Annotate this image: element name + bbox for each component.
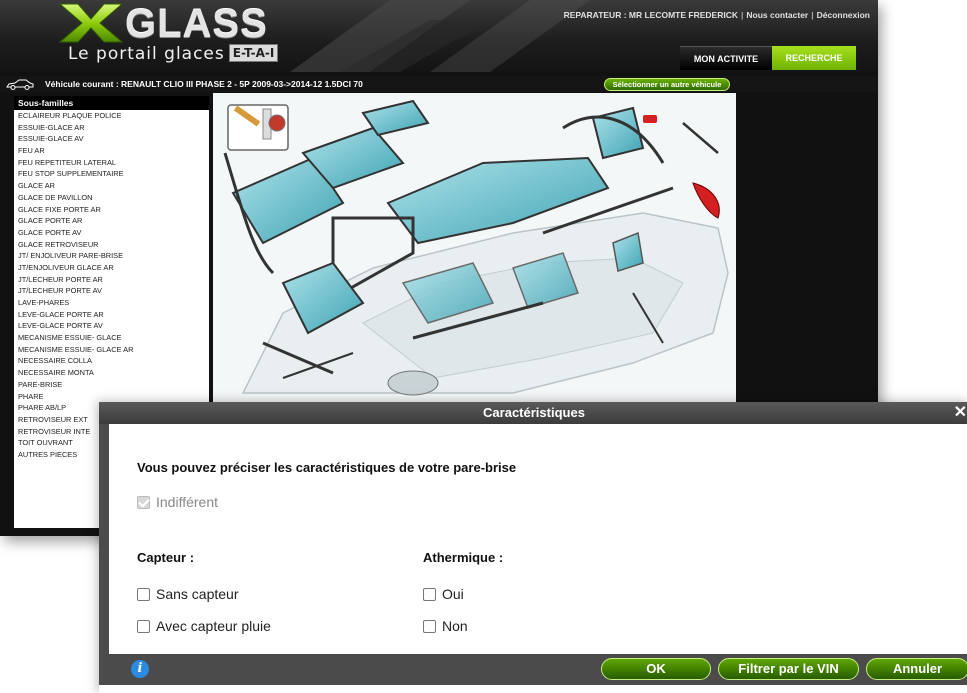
sidebar-item[interactable]: GLACE PORTE AR xyxy=(14,215,209,227)
app-header: GLASS Le portail glaces E-T-A-I REPARATEU… xyxy=(0,0,878,72)
sidebar-item[interactable]: ESSUIE-GLACE AV xyxy=(14,133,209,145)
dialog-title: Caractéristiques xyxy=(99,402,967,424)
capteur-pluie-checkbox[interactable] xyxy=(137,619,150,633)
screen: GLASS Le portail glaces E-T-A-I REPARATEU… xyxy=(0,0,967,693)
sidebar-item[interactable]: GLACE RETROVISEUR xyxy=(14,239,209,251)
repairer-name: REPARATEUR : MR LECOMTE FREDERICK xyxy=(563,10,738,20)
sidebar-item[interactable]: LAVE-PHARES xyxy=(14,297,209,309)
sans-capteur-checkbox[interactable] xyxy=(137,587,150,601)
car-icon xyxy=(6,79,34,90)
logo-subtitle-text: Le portail glaces xyxy=(68,44,225,64)
athermique-non-checkbox[interactable] xyxy=(423,619,436,633)
sidebar-item[interactable]: JT/LECHEUR PORTE AR xyxy=(14,274,209,286)
athermique-oui-option[interactable]: Oui xyxy=(423,586,464,602)
select-vehicle-button[interactable]: Sélectionner un autre véhicule xyxy=(604,78,730,91)
sidebar-item[interactable]: PARE-BRISE xyxy=(14,379,209,391)
cancel-button[interactable]: Annuler xyxy=(866,658,967,680)
sidebar-item[interactable]: FEU AR xyxy=(14,145,209,157)
sidebar-item[interactable]: NECESSAIRE COLLA xyxy=(14,355,209,367)
sidebar-title: Sous-familles xyxy=(14,96,209,110)
logo-x-icon xyxy=(58,3,124,43)
exploded-car-diagram xyxy=(213,93,736,403)
logout-link[interactable]: Déconnexion xyxy=(817,10,870,20)
sidebar-item[interactable]: ECLAIREUR PLAQUE POLICE xyxy=(14,110,209,122)
ok-button[interactable]: OK xyxy=(601,658,711,680)
sidebar-item[interactable]: FEU STOP SUPPLEMENTAIRE xyxy=(14,168,209,180)
logo-wordmark: GLASS xyxy=(125,2,268,46)
sidebar-item[interactable]: ESSUIE-GLACE AR xyxy=(14,122,209,134)
sidebar-item[interactable]: GLACE DE PAVILLON xyxy=(14,192,209,204)
contact-link[interactable]: Nous contacter xyxy=(746,10,808,20)
dialog-intro-text: Vous pouvez préciser les caractéristique… xyxy=(137,460,517,475)
vehicle-bar: Véhicule courant : RENAULT CLIO III PHAS… xyxy=(0,76,878,92)
logo-subtitle: Le portail glaces E-T-A-I xyxy=(68,44,279,64)
sidebar-item[interactable]: NECESSAIRE MONTA xyxy=(14,367,209,379)
tab-recherche[interactable]: RECHERCHE xyxy=(772,46,856,70)
current-vehicle: Véhicule courant : RENAULT CLIO III PHAS… xyxy=(45,79,363,89)
sidebar-item[interactable]: LEVE-GLACE PORTE AR xyxy=(14,309,209,321)
sidebar-item[interactable]: FEU REPETITEUR LATERAL xyxy=(14,157,209,169)
sidebar-item[interactable]: GLACE FIXE PORTE AR xyxy=(14,204,209,216)
car-parts-illustration[interactable] xyxy=(213,93,736,403)
indifferent-checkbox[interactable] xyxy=(137,495,150,509)
characteristics-dialog: Caractéristiques ✕ Vous pouvez préciser … xyxy=(99,402,967,693)
capteur-label: Capteur : xyxy=(137,550,195,565)
sidebar-item[interactable]: LEVE-GLACE PORTE AV xyxy=(14,320,209,332)
athermique-oui-label: Oui xyxy=(442,586,464,602)
sidebar-item[interactable]: MECANISME ESSUIE- GLACE xyxy=(14,332,209,344)
sidebar-item[interactable]: JT/ ENJOLIVEUR PARE-BRISE xyxy=(14,250,209,262)
sans-capteur-option[interactable]: Sans capteur xyxy=(137,586,239,602)
capteur-pluie-label: Avec capteur pluie xyxy=(156,618,271,634)
tab-mon-activite[interactable]: MON ACTIVITE xyxy=(680,46,772,70)
sidebar-item[interactable]: PHARE xyxy=(14,391,209,403)
info-icon[interactable]: i xyxy=(131,660,149,678)
athermique-non-option[interactable]: Non xyxy=(423,618,468,634)
top-links: REPARATEUR : MR LECOMTE FREDERICK | Nous c… xyxy=(563,10,870,20)
dialog-left-band xyxy=(99,424,109,656)
sidebar-item[interactable]: GLACE PORTE AV xyxy=(14,227,209,239)
filter-vin-button[interactable]: Filtrer par le VIN xyxy=(718,658,859,680)
sidebar-item[interactable]: MECANISME ESSUIE- GLACE AR xyxy=(14,344,209,356)
athermique-non-label: Non xyxy=(442,618,468,634)
sidebar-item[interactable]: GLACE AR xyxy=(14,180,209,192)
sidebar-item[interactable]: JT/ENJOLIVEUR GLACE AR xyxy=(14,262,209,274)
dialog-body: Vous pouvez préciser les caractéristique… xyxy=(109,436,967,654)
logo-badge: E-T-A-I xyxy=(228,44,279,62)
close-icon[interactable]: ✕ xyxy=(954,402,967,424)
sans-capteur-label: Sans capteur xyxy=(156,586,239,602)
capteur-pluie-option[interactable]: Avec capteur pluie xyxy=(137,618,271,634)
indifferent-checkbox-row[interactable]: Indifférent xyxy=(137,494,218,510)
sidebar-item[interactable]: JT/LECHEUR PORTE AV xyxy=(14,285,209,297)
athermique-label: Athermique : xyxy=(423,550,504,565)
indifferent-label: Indifférent xyxy=(156,494,219,510)
athermique-oui-checkbox[interactable] xyxy=(423,587,436,601)
